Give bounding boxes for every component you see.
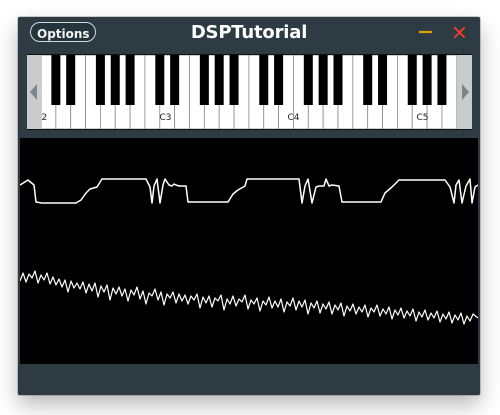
noise-waveform <box>20 270 478 325</box>
waveform-display <box>20 138 478 364</box>
black-piano-key[interactable] <box>437 55 447 105</box>
titlebar: Options DSPTutorial <box>18 17 480 49</box>
close-button[interactable] <box>450 24 470 42</box>
window-title: DSPTutorial <box>190 22 308 43</box>
black-piano-key[interactable] <box>259 55 269 105</box>
black-piano-key[interactable] <box>66 55 76 105</box>
minimize-button[interactable] <box>416 24 436 42</box>
piano-key-area[interactable]: 2 C3 C4 C5 <box>41 55 458 129</box>
black-piano-key[interactable] <box>110 55 120 105</box>
black-piano-key[interactable] <box>333 55 343 105</box>
chevron-right-icon <box>462 84 469 100</box>
app-window: Options DSPTutorial 2 C3 C4 C5 <box>18 17 480 395</box>
bottom-bar <box>18 366 480 395</box>
black-piano-key[interactable] <box>378 55 388 105</box>
black-piano-key[interactable] <box>170 55 180 105</box>
piano-keyboard[interactable]: 2 C3 C4 C5 <box>27 54 472 130</box>
black-piano-key[interactable] <box>199 55 209 105</box>
black-piano-key[interactable] <box>318 55 328 105</box>
octave-label: C5 <box>417 113 429 123</box>
black-piano-key[interactable] <box>51 55 61 105</box>
black-piano-key[interactable] <box>229 55 239 105</box>
black-piano-key[interactable] <box>363 55 373 105</box>
waveform-svg <box>20 178 478 325</box>
options-button[interactable]: Options <box>30 22 96 42</box>
piano-keys[interactable]: 2 C3 C4 C5 <box>41 55 458 129</box>
black-piano-key[interactable] <box>125 55 135 105</box>
chevron-left-icon <box>30 84 37 100</box>
black-piano-key[interactable] <box>155 55 165 105</box>
black-piano-key[interactable] <box>422 55 432 105</box>
black-piano-key[interactable] <box>214 55 224 105</box>
black-piano-key[interactable] <box>274 55 284 105</box>
black-piano-key[interactable] <box>303 55 313 105</box>
octave-label: C4 <box>288 113 300 123</box>
black-piano-key[interactable] <box>407 55 417 105</box>
square-waveform <box>20 178 478 204</box>
close-icon <box>453 26 466 39</box>
black-piano-key[interactable] <box>95 55 105 105</box>
keyboard-partial-label: 2 <box>42 113 48 123</box>
keyboard-scroll-left-button[interactable] <box>27 55 41 129</box>
octave-label: C3 <box>160 113 172 123</box>
keyboard-scroll-right-button[interactable] <box>458 55 472 129</box>
